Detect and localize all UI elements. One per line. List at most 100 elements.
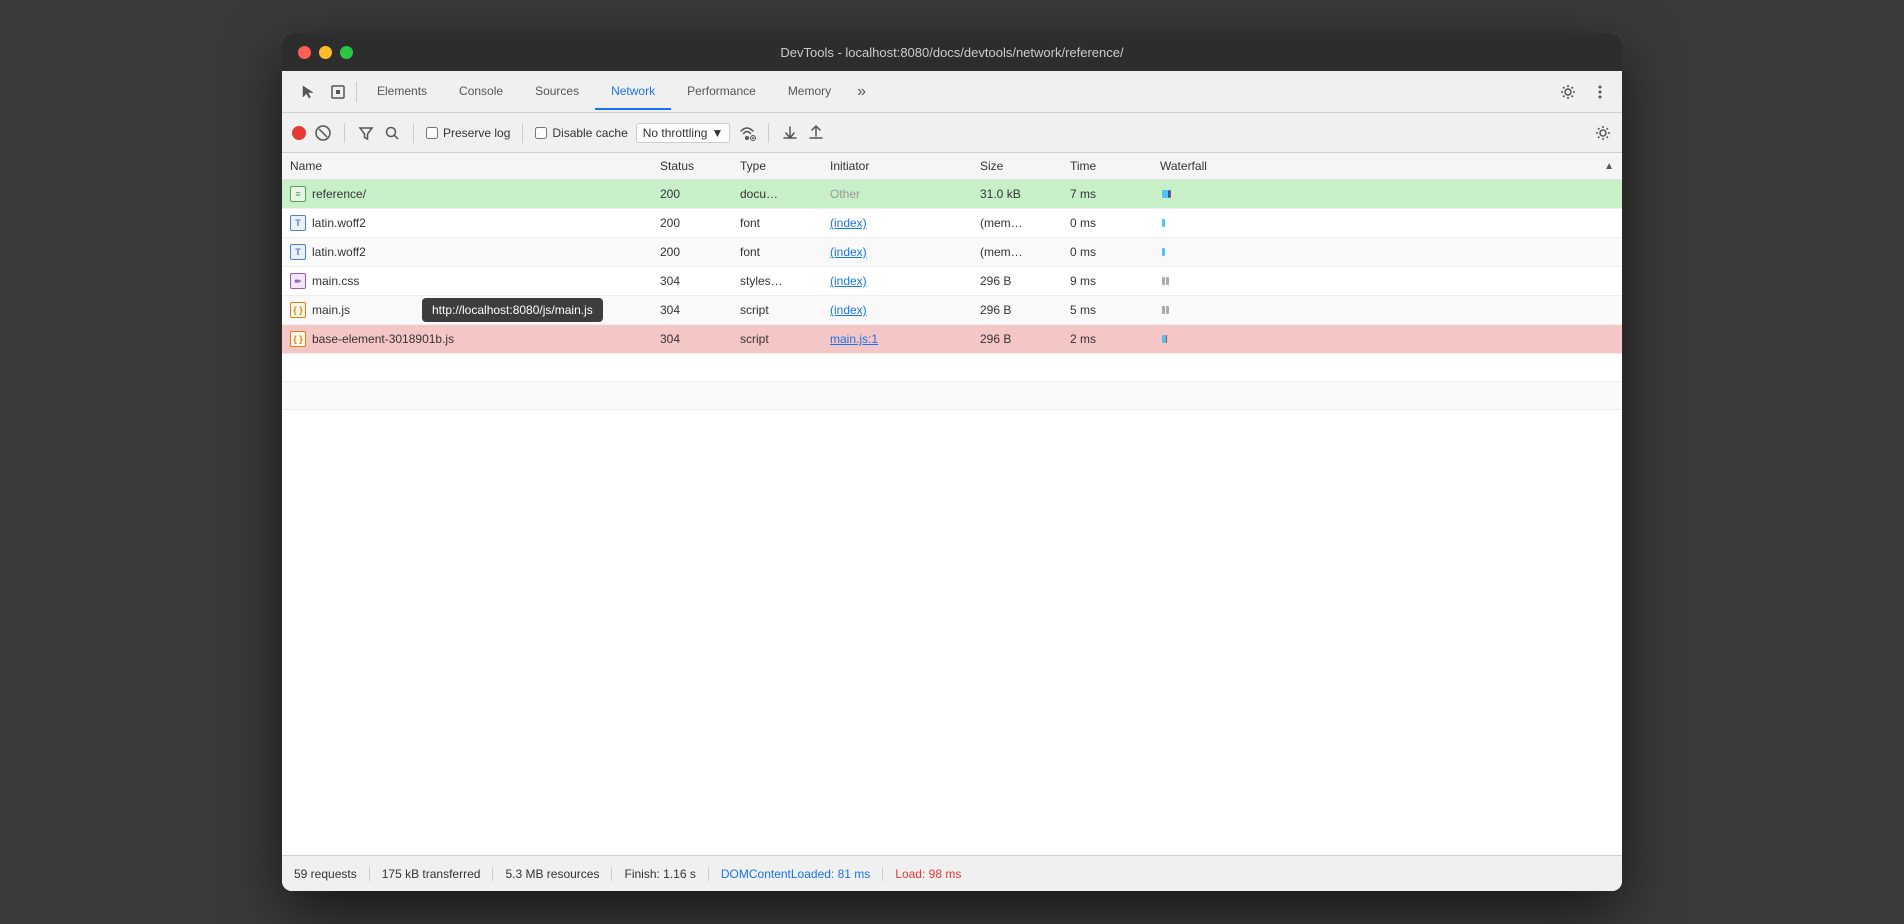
tab-performance[interactable]: Performance — [671, 74, 772, 110]
tab-sources[interactable]: Sources — [519, 74, 595, 110]
row-3-waterfall-bar — [1160, 242, 1614, 262]
table-row: ≡ reference/ 200 docu… Other 31.0 kB 7 m… — [282, 180, 1622, 209]
tab-console[interactable]: Console — [443, 74, 519, 110]
row-3-status: 200 — [652, 241, 732, 263]
wf-bar-2 — [1166, 306, 1169, 314]
table-row-3[interactable]: T latin.woff2 200 font (index) (mem… 0 m… — [282, 238, 1622, 267]
maximize-button[interactable] — [340, 46, 353, 59]
devtools-body: Elements Console Sources Network Perform… — [282, 71, 1622, 891]
toolbar-divider-3 — [522, 123, 523, 143]
transferred-size: 175 kB transferred — [370, 867, 494, 881]
font-file-icon: T — [290, 215, 306, 231]
row-3-size: (mem… — [972, 241, 1062, 263]
row-5-time: 5 ms — [1062, 299, 1152, 321]
row-3-type: font — [732, 241, 822, 263]
row-4-type: styles… — [732, 270, 822, 292]
row-3-waterfall — [1152, 238, 1622, 266]
table-row-5-wrapper: { } main.js 304 script (index) 296 B 5 m… — [282, 296, 1622, 325]
requests-count: 59 requests — [294, 867, 370, 881]
row-4-time: 9 ms — [1062, 270, 1152, 292]
close-button[interactable] — [298, 46, 311, 59]
tab-elements[interactable]: Elements — [361, 74, 443, 110]
row-5-status: 304 — [652, 299, 732, 321]
row-4-waterfall-bar — [1160, 271, 1614, 291]
row-2-name: T latin.woff2 — [282, 211, 652, 235]
wf-bar — [1162, 306, 1165, 314]
titlebar: DevTools - localhost:8080/docs/devtools/… — [282, 33, 1622, 71]
settings-icon[interactable] — [1558, 82, 1578, 102]
col-header-status[interactable]: Status — [652, 159, 732, 173]
window-controls — [298, 46, 353, 59]
col-header-waterfall[interactable]: Waterfall ▲ — [1152, 159, 1622, 173]
tab-end-icons — [1558, 82, 1614, 102]
row-6-initiator: main.js:1 — [822, 328, 972, 350]
table-body[interactable]: ≡ reference/ 200 docu… Other 31.0 kB 7 m… — [282, 180, 1622, 855]
row-5-waterfall — [1152, 296, 1622, 324]
resources-size: 5.3 MB resources — [493, 867, 612, 881]
disable-cache-checkbox[interactable] — [535, 127, 547, 139]
load-time: Load: 98 ms — [883, 867, 973, 881]
row-6-initiator-link[interactable]: main.js:1 — [830, 332, 878, 346]
table-row-4[interactable]: ✏ main.css 304 styles… (index) 296 B 9 m… — [282, 267, 1622, 296]
row-3-initiator-link[interactable]: (index) — [830, 245, 867, 259]
filter-icon[interactable] — [357, 124, 375, 142]
table-row-6[interactable]: { } base-element-3018901b.js 304 script … — [282, 325, 1622, 354]
import-har-icon[interactable] — [781, 124, 799, 142]
row-5-type: script — [732, 299, 822, 321]
table-row-2[interactable]: T latin.woff2 200 font (index) (mem… 0 m… — [282, 209, 1622, 238]
col-header-size[interactable]: Size — [972, 159, 1062, 173]
tab-bar: Elements Console Sources Network Perform… — [282, 71, 1622, 113]
row-6-time: 2 ms — [1062, 328, 1152, 350]
row-4-status: 304 — [652, 270, 732, 292]
disable-cache-label[interactable]: Disable cache — [535, 126, 627, 140]
table-row: { } base-element-3018901b.js 304 script … — [282, 325, 1622, 354]
row-4-name: ✏ main.css — [282, 269, 652, 293]
col-header-initiator[interactable]: Initiator — [822, 159, 972, 173]
wf-bar — [1162, 219, 1165, 227]
row-5-initiator: (index) — [822, 299, 972, 321]
row-1-time: 7 ms — [1062, 183, 1152, 205]
row-2-time: 0 ms — [1062, 212, 1152, 234]
doc-file-icon: ≡ — [290, 186, 306, 202]
wifi-settings-icon[interactable] — [738, 124, 756, 142]
export-har-icon[interactable] — [807, 124, 825, 142]
row-1-size: 31.0 kB — [972, 183, 1062, 205]
js-file-icon-2: { } — [290, 331, 306, 347]
throttle-select[interactable]: No throttling ▼ — [636, 123, 731, 143]
row-2-initiator-link[interactable]: (index) — [830, 216, 867, 230]
col-header-time[interactable]: Time — [1062, 159, 1152, 173]
clear-icon[interactable] — [314, 124, 332, 142]
inspect-icon[interactable] — [328, 82, 348, 102]
wf-bar-red — [1170, 190, 1171, 198]
js-file-icon: { } — [290, 302, 306, 318]
network-settings-icon[interactable] — [1594, 124, 1612, 142]
tab-bar-icons — [290, 82, 357, 102]
preserve-log-checkbox[interactable] — [426, 127, 438, 139]
tab-memory[interactable]: Memory — [772, 74, 847, 110]
record-button[interactable] — [292, 126, 306, 140]
table-row-1[interactable]: ≡ reference/ 200 docu… Other 31.0 kB 7 m… — [282, 180, 1622, 209]
sort-arrow-icon: ▲ — [1604, 161, 1614, 172]
row-6-waterfall-bar — [1160, 329, 1614, 349]
cursor-icon[interactable] — [298, 82, 318, 102]
throttle-arrow-icon: ▼ — [711, 126, 723, 140]
tab-network[interactable]: Network — [595, 74, 671, 110]
row-2-waterfall-bar — [1160, 213, 1614, 233]
row-4-waterfall — [1152, 267, 1622, 295]
toolbar-divider-1 — [344, 123, 345, 143]
search-icon[interactable] — [383, 124, 401, 142]
row-2-type: font — [732, 212, 822, 234]
row-4-initiator-link[interactable]: (index) — [830, 274, 867, 288]
minimize-button[interactable] — [319, 46, 332, 59]
more-tabs-button[interactable]: » — [849, 75, 874, 109]
more-options-icon[interactable] — [1590, 82, 1610, 102]
status-bar: 59 requests 175 kB transferred 5.3 MB re… — [282, 855, 1622, 891]
row-6-type: script — [732, 328, 822, 350]
preserve-log-label[interactable]: Preserve log — [426, 126, 510, 140]
row-4-size: 296 B — [972, 270, 1062, 292]
table-row: T latin.woff2 200 font (index) (mem… 0 m… — [282, 238, 1622, 267]
col-header-name[interactable]: Name — [282, 159, 652, 173]
col-header-type[interactable]: Type — [732, 159, 822, 173]
table-row-5[interactable]: { } main.js 304 script (index) 296 B 5 m… — [282, 296, 1622, 325]
row-5-initiator-link[interactable]: (index) — [830, 303, 867, 317]
